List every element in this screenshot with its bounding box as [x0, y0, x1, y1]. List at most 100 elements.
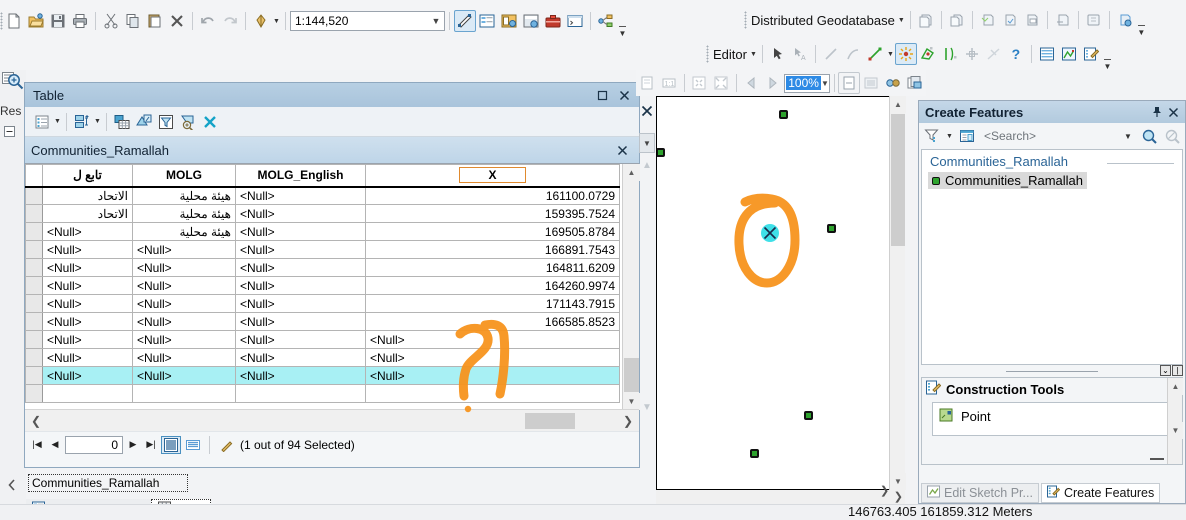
row-selector[interactable] — [25, 204, 43, 223]
print-icon[interactable] — [69, 10, 91, 32]
row-selector[interactable] — [25, 384, 43, 403]
related-tables-icon[interactable] — [71, 111, 93, 133]
cell-x[interactable] — [365, 384, 620, 403]
cell-molg-english[interactable]: <Null> — [235, 276, 366, 295]
scroll-right-icon[interactable]: ❯ — [617, 414, 639, 428]
vertical-scroll-thumb[interactable] — [891, 114, 905, 246]
fixed-zoom-in-icon[interactable] — [688, 72, 710, 94]
dropdown-arrow-icon[interactable]: ▼ — [945, 126, 954, 146]
tab-edit-sketch-properties[interactable]: Edit Sketch Pr... — [921, 483, 1039, 503]
cell-molg-english[interactable]: <Null> — [235, 186, 366, 205]
cell-molg-english[interactable]: <Null> — [235, 258, 366, 277]
minimize-icon[interactable] — [1150, 455, 1164, 460]
cell-molg[interactable]: <Null> — [132, 276, 236, 295]
related-tables-dropdown-icon[interactable]: ▼ — [93, 112, 102, 132]
record-number-input[interactable]: 0 — [65, 435, 123, 454]
table-layer-tab[interactable]: Communities_Ramallah — [28, 474, 188, 492]
re-export-message-icon[interactable] — [1052, 9, 1074, 31]
clear-search-icon[interactable] — [1162, 126, 1182, 146]
toolbar-grip[interactable] — [706, 45, 709, 63]
cell-molg[interactable]: هيئة محلية — [132, 222, 236, 241]
save-icon[interactable] — [47, 10, 69, 32]
cell-x[interactable]: 169505.8784 — [365, 222, 620, 241]
reshape-feature-icon[interactable] — [917, 43, 939, 65]
map-point-feature[interactable] — [657, 148, 665, 157]
zoom-to-selected-icon[interactable] — [177, 111, 199, 133]
scroll-up-icon[interactable]: ▲ — [890, 96, 906, 113]
cell-molg-english[interactable]: <Null> — [235, 366, 366, 385]
cell-molg-english[interactable]: <Null> — [235, 348, 366, 367]
python-window-icon[interactable] — [564, 10, 586, 32]
tab-create-features[interactable]: Create Features — [1040, 483, 1161, 503]
table-row[interactable]: <Null> <Null> <Null> 164260.9974 — [25, 276, 620, 295]
next-record-icon[interactable]: ▶ — [125, 439, 141, 450]
row-selector[interactable] — [25, 222, 43, 241]
cell-molg-english[interactable]: <Null> — [235, 330, 366, 349]
table-row[interactable]: <Null> <Null> <Null> 171143.7915 — [25, 294, 620, 313]
edit-tool-icon[interactable] — [767, 43, 789, 65]
copy-icon[interactable] — [122, 10, 144, 32]
cell-tabe-la[interactable]: <Null> — [42, 348, 133, 367]
editor-menu[interactable]: Editor — [709, 47, 749, 62]
horizontal-scroll-thumb[interactable] — [525, 413, 575, 429]
column-header-molg[interactable]: MOLG — [132, 164, 236, 188]
table-row[interactable]: <Null> <Null> <Null> 164811.6209 — [25, 258, 620, 277]
table-window-titlebar[interactable]: Table — [25, 83, 639, 107]
close-icon[interactable] — [640, 104, 654, 118]
row-selector[interactable] — [25, 258, 43, 277]
new-document-icon[interactable] — [3, 10, 25, 32]
compare-replica-icon[interactable] — [1083, 9, 1105, 31]
splitter-grip[interactable] — [1006, 370, 1098, 372]
column-header-x[interactable]: X — [365, 164, 620, 188]
split-tool-icon[interactable] — [939, 43, 961, 65]
redo-icon[interactable] — [219, 10, 241, 32]
map-data-view[interactable] — [656, 96, 905, 490]
close-icon[interactable] — [613, 84, 635, 106]
cell-x[interactable]: <Null> — [365, 348, 620, 367]
table-tab-communities-ramallah[interactable]: Communities_Ramallah — [25, 137, 639, 163]
create-features-titlebar[interactable]: Create Features — [919, 101, 1185, 123]
cell-x[interactable]: 159395.7524 — [365, 204, 620, 223]
cell-x[interactable]: 161100.0729 — [365, 186, 620, 205]
feature-template-list[interactable]: Communities_Ramallah Communities_Ramalla… — [921, 149, 1183, 365]
cell-molg[interactable] — [132, 384, 236, 403]
table-of-contents-icon[interactable] — [476, 10, 498, 32]
map-horizontal-scrollbar[interactable]: ❯ — [656, 490, 905, 505]
cell-tabe-la[interactable]: <Null> — [42, 312, 133, 331]
dropdown-arrow-icon[interactable]: ▼ — [749, 44, 758, 64]
cell-x[interactable]: 166891.7543 — [365, 240, 620, 259]
cell-molg-english[interactable] — [235, 384, 366, 403]
table-row[interactable] — [25, 384, 620, 403]
attributes-help-icon[interactable]: ? — [1005, 43, 1027, 65]
left-collapse-arrow-icon[interactable] — [6, 478, 18, 495]
rotate-tool-icon[interactable] — [961, 43, 983, 65]
cell-x[interactable]: <Null> — [365, 366, 620, 385]
scroll-right-icon[interactable]: ❯ — [894, 490, 903, 503]
cell-molg[interactable]: <Null> — [132, 240, 236, 259]
table-row[interactable]: الاتحاد هيئة محلية <Null> 161100.0729 — [25, 186, 620, 205]
go-back-extent-icon[interactable] — [740, 72, 762, 94]
toolbar-overflow-icon[interactable]: ▼ — [1136, 3, 1147, 37]
map-vertical-scrollbar[interactable]: ▲ ▼ — [889, 96, 906, 490]
tree-expander-icon[interactable] — [4, 126, 15, 140]
panel-splitter[interactable]: ⌄ | — [919, 365, 1185, 377]
organize-templates-icon[interactable] — [957, 126, 977, 146]
related-layer-icon[interactable] — [133, 111, 155, 133]
trace-tool-icon[interactable] — [983, 43, 1005, 65]
cell-molg[interactable]: هيئة محلية — [132, 186, 236, 205]
table-row[interactable]: <Null> <Null> <Null> <Null> — [25, 330, 620, 349]
row-selector[interactable] — [25, 240, 43, 259]
cell-tabe-la[interactable] — [42, 384, 133, 403]
add-data-dropdown-icon[interactable]: ▼ — [272, 11, 281, 31]
row-selector[interactable] — [25, 312, 43, 331]
cell-molg-english[interactable]: <Null> — [235, 204, 366, 223]
cell-molg[interactable]: <Null> — [132, 348, 236, 367]
map-point-feature[interactable] — [827, 224, 836, 233]
scroll-left-icon[interactable]: ❮ — [25, 414, 47, 428]
scroll-up-icon[interactable]: ▲ — [640, 160, 654, 174]
delete-icon[interactable] — [166, 10, 188, 32]
zoom-1-to-1-icon[interactable]: 1:1 — [658, 72, 680, 94]
column-header-molg-english[interactable]: MOLG_English — [235, 164, 366, 188]
show-all-records-icon[interactable] — [161, 435, 181, 454]
toolbar-overflow-icon[interactable]: ▼ — [617, 4, 628, 38]
